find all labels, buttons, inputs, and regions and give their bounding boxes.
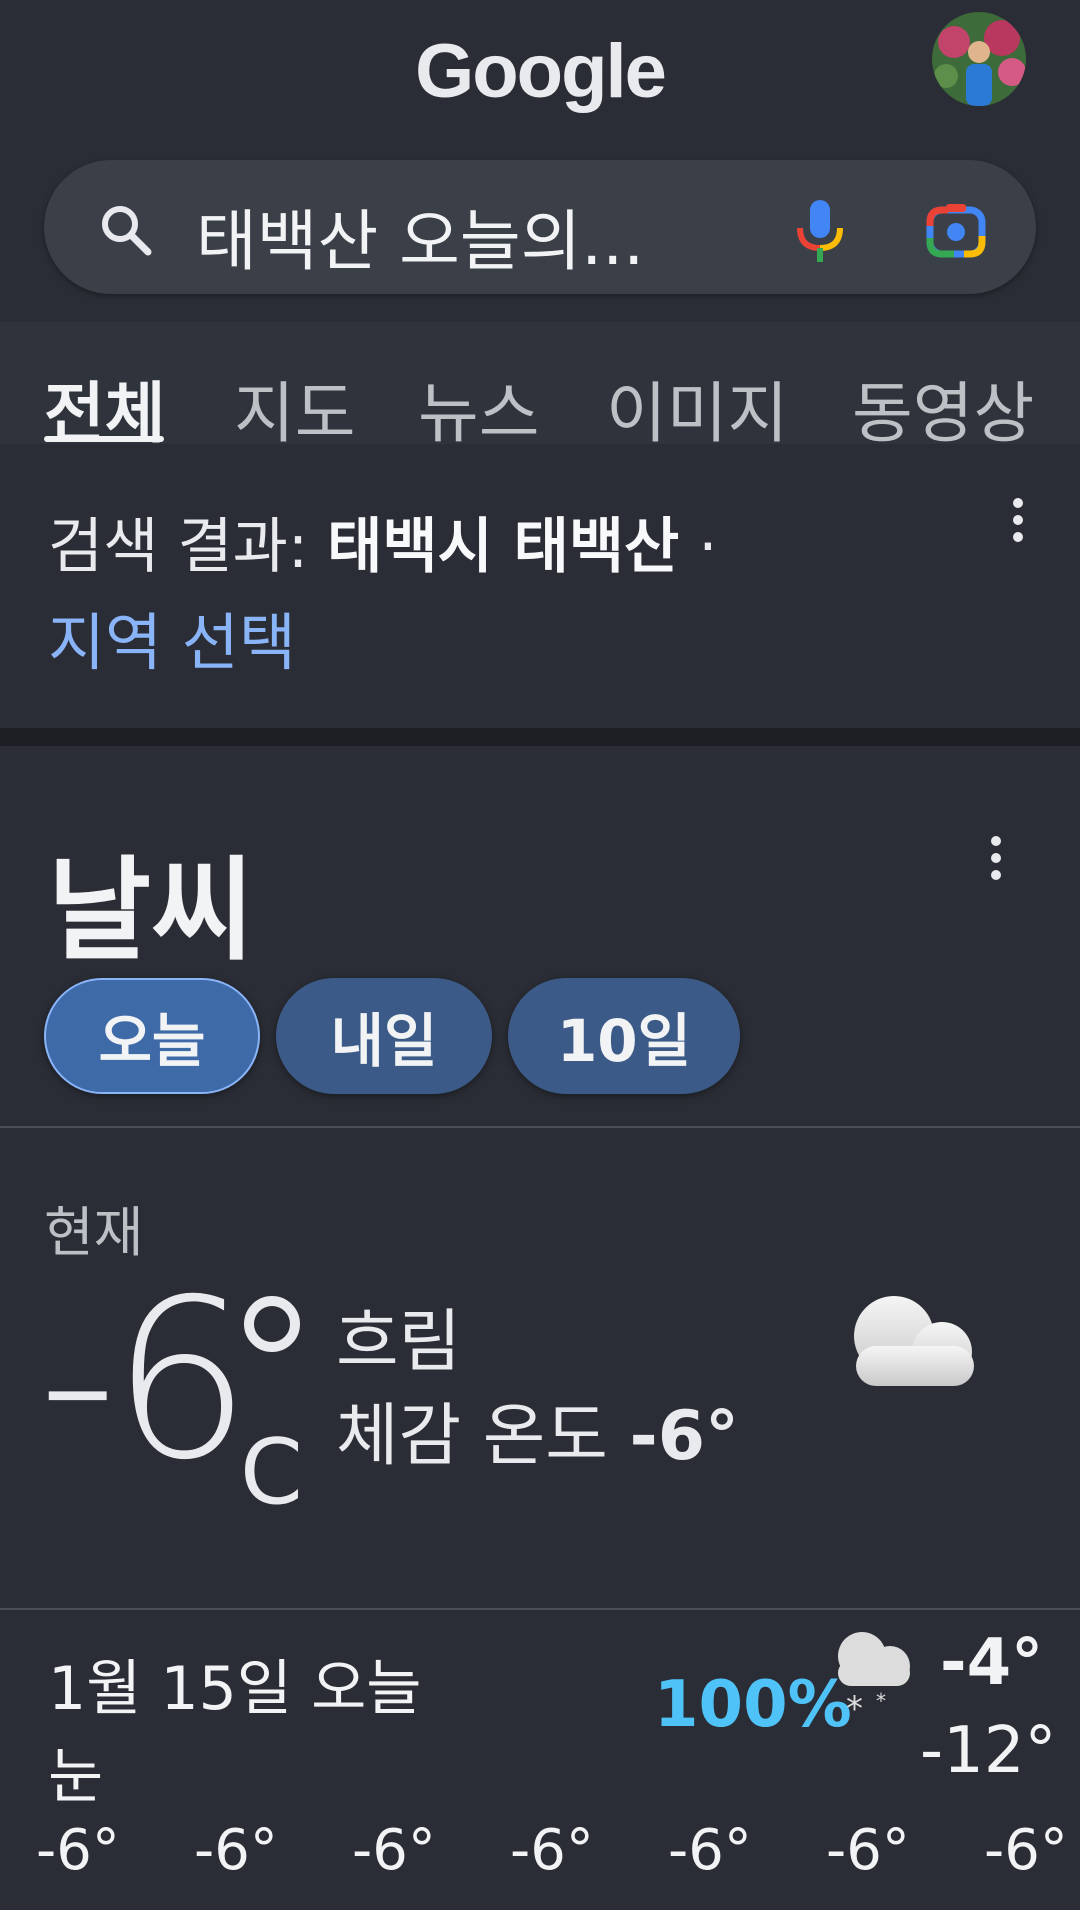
- chip-tomorrow[interactable]: 내일: [276, 978, 492, 1094]
- active-tab-indicator: [44, 436, 164, 442]
- svg-text:*: *: [846, 1689, 863, 1729]
- avatar[interactable]: [932, 12, 1026, 106]
- hourly-temp: -6°: [826, 1818, 910, 1883]
- temperature-unit[interactable]: C: [240, 1420, 303, 1525]
- weather-more-icon[interactable]: [988, 836, 1004, 887]
- weather-title: 날씨: [48, 846, 255, 976]
- svg-text:*: *: [876, 1689, 886, 1713]
- current-temperature: -6: [38, 1252, 251, 1508]
- day-condition: 눈: [48, 1742, 104, 1812]
- divider: [0, 1608, 1080, 1610]
- degree-symbol: [244, 1296, 300, 1352]
- tab-videos[interactable]: 동영상: [852, 360, 1034, 456]
- choose-location-link[interactable]: 지역 선택: [48, 592, 296, 682]
- hourly-temp: -6°: [984, 1818, 1068, 1883]
- divider: [0, 1126, 1080, 1128]
- feels-like: 체감 온도 -6°: [336, 1380, 739, 1479]
- location-place: 태백시 태백산: [327, 512, 680, 582]
- chip-today[interactable]: 오늘: [44, 978, 260, 1094]
- hourly-temp: -6°: [668, 1818, 752, 1883]
- feels-like-value: -6°: [629, 1397, 740, 1476]
- hourly-temp: -6°: [194, 1818, 278, 1883]
- tab-maps[interactable]: 지도: [234, 360, 355, 456]
- precipitation-chance: 100%: [654, 1668, 852, 1742]
- hourly-temp: -6°: [352, 1818, 436, 1883]
- hourly-temp: -6°: [36, 1818, 120, 1883]
- section-divider: [0, 728, 1080, 746]
- chip-10-day[interactable]: 10일: [508, 978, 740, 1094]
- hourly-temp: -6°: [510, 1818, 594, 1883]
- day-label: 1월 15일 오늘: [48, 1654, 422, 1724]
- microphone-icon[interactable]: [790, 196, 850, 266]
- tab-news[interactable]: 뉴스: [418, 360, 539, 456]
- location-prefix: 검색 결과:: [48, 512, 328, 582]
- google-logo[interactable]: Google: [0, 28, 1080, 115]
- search-input[interactable]: 태백산 오늘의...: [196, 188, 644, 284]
- search-location-line: 검색 결과: 태백시 태백산 ·: [48, 498, 717, 585]
- current-condition: 흐림: [336, 1303, 462, 1382]
- cloud-icon: [838, 1286, 988, 1398]
- location-more-icon[interactable]: [1010, 498, 1026, 549]
- camera-lens-icon[interactable]: [924, 198, 988, 262]
- search-icon: [96, 200, 156, 260]
- low-temperature: -12°: [920, 1714, 1057, 1788]
- feels-like-label: 체감 온도: [336, 1397, 630, 1476]
- high-temperature: -4°: [940, 1626, 1044, 1700]
- tab-images[interactable]: 이미지: [606, 360, 788, 456]
- location-separator: ·: [679, 512, 718, 582]
- snow-cloud-icon: * *: [826, 1620, 920, 1730]
